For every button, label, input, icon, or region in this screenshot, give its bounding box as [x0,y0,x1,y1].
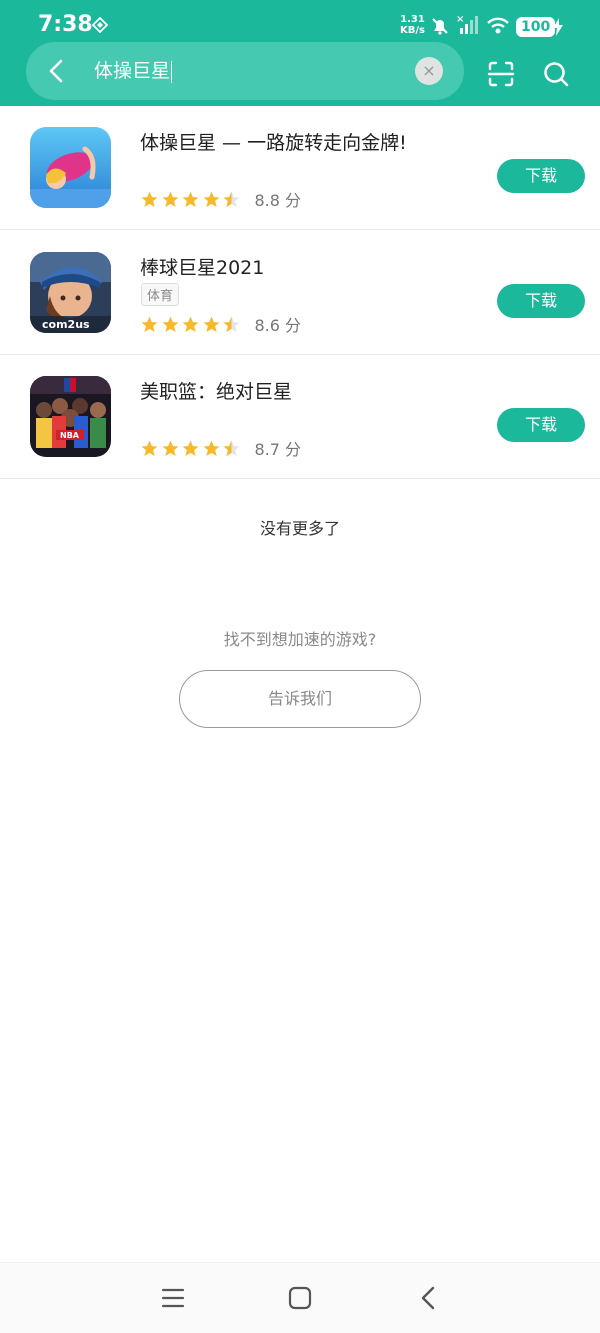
star-icon [203,440,219,456]
score: 8.7 分 [254,440,302,459]
nav-back-icon[interactable] [418,1285,438,1311]
system-nav-bar [0,1262,600,1333]
search-query-text: 体操巨星 [94,60,171,82]
half-star-icon [223,191,240,207]
top-bar: 7:38 1.31 KB/s × 100 体操巨星 × [0,0,600,106]
svg-text:com2us: com2us [42,318,90,331]
search-icon[interactable] [542,60,570,88]
status-bar: 7:38 1.31 KB/s × 100 [0,0,600,46]
list-item[interactable]: com2us 棒球巨星2021 体育 8.6 分 下载 [0,231,600,355]
star-icon [182,191,199,207]
scan-icon[interactable] [487,60,515,88]
half-star-icon [223,440,240,456]
app-title[interactable]: 棒球巨星2021 [140,253,264,280]
charging-icon [553,18,563,36]
half-star-icon [223,316,240,332]
home-icon[interactable] [288,1286,312,1310]
rating: 8.7 分 [140,436,301,460]
download-button[interactable]: 下载 [497,159,585,193]
baseball-game-icon[interactable]: com2us [30,252,111,333]
battery-level: 100 [516,17,556,37]
score: 8.8 分 [254,191,302,210]
gymnast-game-icon[interactable] [30,127,111,208]
clear-search-button[interactable]: × [415,57,443,85]
no-more-text: 没有更多了 [259,519,340,538]
tell-us-button[interactable]: 告诉我们 [179,670,421,728]
rating: 8.6 分 [140,312,301,336]
recent-apps-icon[interactable] [161,1286,185,1310]
basketball-game-icon[interactable]: NBA [30,376,111,457]
star-icon [141,440,158,456]
svg-text:×: × [456,14,464,25]
sync-icon [92,17,108,33]
star-icon [203,191,219,207]
search-input[interactable]: 体操巨星 [94,57,173,85]
feedback-hint: 找不到想加速的游戏? [223,630,377,649]
star-icon [141,191,158,207]
download-button[interactable]: 下载 [497,284,585,318]
app-title[interactable]: 体操巨星 — 一路旋转走向金牌! [140,128,407,155]
download-button[interactable]: 下载 [497,408,585,442]
rating: 8.8 分 [140,187,301,211]
signal-icon: × [456,14,478,34]
text-cursor [171,60,173,83]
svg-text:NBA: NBA [60,431,80,440]
star-icon [203,316,219,332]
search-bar[interactable]: 体操巨星 × [26,42,464,100]
list-item[interactable]: NBA 美职篮：绝对巨星 8.7 分 下载 [0,355,600,479]
star-icon [182,440,199,456]
star-icon [141,316,158,332]
mute-bell-icon [432,18,448,35]
category-tag: 体育 [141,283,180,306]
app-title[interactable]: 美职篮：绝对巨星 [140,377,292,404]
star-icon [162,440,178,456]
star-icon [182,316,199,332]
wifi-icon [487,17,509,34]
star-icon [162,191,178,207]
back-arrow-icon[interactable] [46,58,68,84]
net-speed: 1.31 KB/s [400,14,425,36]
list-item[interactable]: 体操巨星 — 一路旋转走向金牌! 8.8 分 下载 [0,106,600,230]
star-icon [162,316,178,332]
score: 8.6 分 [254,316,302,335]
status-time: 7:38 [38,12,93,37]
